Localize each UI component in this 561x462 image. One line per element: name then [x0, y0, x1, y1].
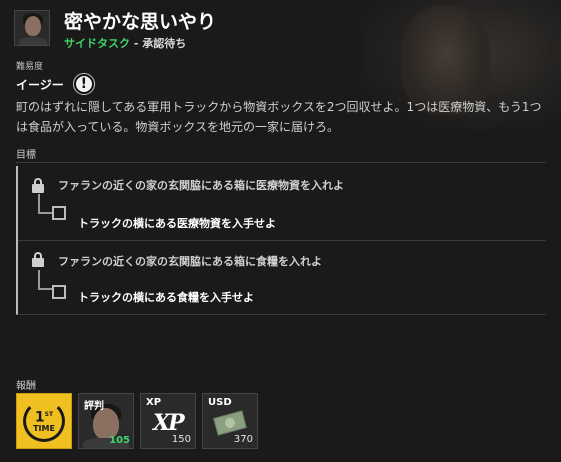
mission-header: 密やかな思いやり サイドタスク - 承認待ち — [14, 10, 216, 51]
mission-description: 町のはずれに隠してある軍用トラックから物資ボックスを2つ回収せよ。1つは医療物資… — [16, 100, 542, 134]
mission-status: - 承認待ち — [130, 37, 187, 50]
reward-label: XP — [146, 397, 162, 408]
rewards-label: 報酬 — [16, 381, 36, 392]
reward-value: 370 — [233, 434, 253, 445]
exclamation-icon[interactable]: ! — [73, 74, 94, 94]
reward-first-time[interactable]: 1ST TIME — [16, 393, 72, 449]
objective-main: ファランの近くの家の玄関脇にある箱に医療物資を入れよ — [58, 179, 344, 192]
first-time-icon: 1ST TIME — [23, 400, 65, 442]
reward-reputation[interactable]: 評判 105 — [78, 393, 134, 449]
lock-icon — [32, 178, 44, 193]
difficulty-value: イージー — [16, 77, 64, 92]
tree-connector — [38, 194, 52, 214]
objective-checkbox — [52, 206, 66, 220]
avatar-body — [19, 37, 47, 45]
objective-checkbox — [52, 285, 66, 299]
tree-connector — [38, 270, 52, 290]
mission-subtitle: サイドタスク - 承認待ち — [64, 35, 216, 51]
difficulty-section: 難易度 イージー ! — [16, 59, 94, 94]
rewards-row: 1ST TIME 評判 105 XP XP 150 USD 370 — [16, 393, 264, 449]
objective-sub: トラックの横にある食糧を入手せよ — [78, 291, 254, 304]
mission-title: 密やかな思いやり — [64, 11, 217, 33]
mission-giver-avatar — [14, 10, 50, 46]
cash-icon — [213, 410, 247, 436]
objectives-label: 目標 — [16, 150, 36, 161]
reward-value: 150 — [171, 434, 191, 445]
objective-main: ファランの近くの家の玄関脇にある箱に食糧を入れよ — [58, 255, 322, 268]
xp-icon: XP — [153, 410, 185, 436]
objectives-divider — [16, 162, 546, 163]
reward-xp[interactable]: XP XP 150 — [140, 393, 196, 449]
lock-icon — [32, 252, 44, 267]
reward-label: 評判 — [84, 401, 104, 412]
objective-group: ファランの近くの家の玄関脇にある箱に食糧を入れよ トラックの横にある食糧を入手せ… — [16, 240, 546, 315]
avatar-head — [25, 16, 41, 36]
reward-label: USD — [208, 397, 232, 408]
objective-group: ファランの近くの家の玄関脇にある箱に医療物資を入れよ トラックの横にある医療物資… — [16, 166, 546, 241]
difficulty-label: 難易度 — [16, 62, 44, 72]
reward-usd[interactable]: USD 370 — [202, 393, 258, 449]
reward-value: 105 — [109, 435, 130, 446]
title-block: 密やかな思いやり サイドタスク - 承認待ち — [64, 10, 216, 51]
objective-sub: トラックの横にある医療物資を入手せよ — [78, 217, 276, 230]
mission-type: サイドタスク — [64, 37, 130, 50]
